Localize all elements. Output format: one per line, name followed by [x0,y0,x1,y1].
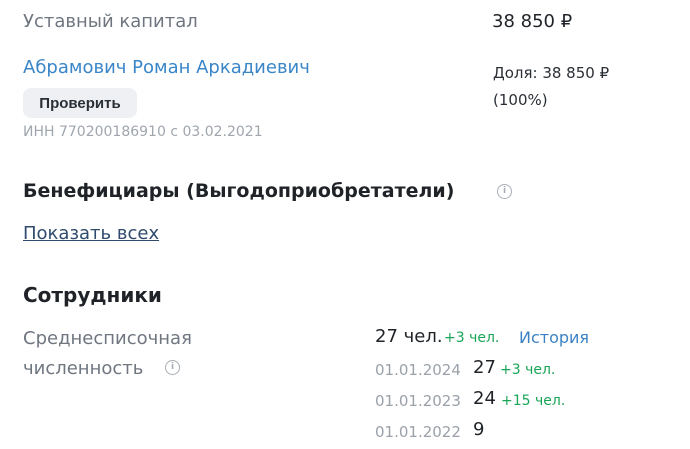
info-icon[interactable]: i [165,360,180,375]
history-row-count: 9 [473,419,485,440]
history-row-delta: +15 чел. [501,393,566,409]
history-row-count: 27 [473,357,496,378]
owner-share: Доля: 38 850 ₽ (100%) [493,60,643,114]
owner-share-amount: Доля: 38 850 ₽ [493,64,610,82]
capital-label: Уставный капитал [23,11,198,32]
current-headcount-delta: +3 чел. [444,330,500,346]
beneficiaries-title: Бенефициары (Выгодоприобретатели) [23,180,455,202]
history-row-count: 24 [473,388,496,409]
history-link[interactable]: История [519,328,589,347]
history-row-delta: +3 чел. [500,362,556,378]
avg-headcount-label-line1: Среднесписочная [23,328,192,349]
history-row-date: 01.01.2022 [375,423,461,441]
capital-value: 38 850 ₽ [492,11,573,32]
owner-inn: ИНН 770200186910 с 03.02.2021 [23,124,263,140]
avg-headcount-label-line2: численность [23,358,144,379]
avg-headcount-label: Среднесписочная численность [23,324,253,384]
owner-name-link[interactable]: Абрамович Роман Аркадиевич [23,57,310,78]
history-row-date: 01.01.2023 [375,392,461,410]
check-button[interactable]: Проверить [23,88,137,118]
info-icon[interactable]: i [497,184,512,199]
show-all-link[interactable]: Показать всех [23,223,159,244]
employees-title: Сотрудники [23,283,162,307]
owner-share-percent: (100%) [493,91,548,109]
history-row-date: 01.01.2024 [375,361,461,379]
current-headcount: 27 чел. [375,326,443,347]
